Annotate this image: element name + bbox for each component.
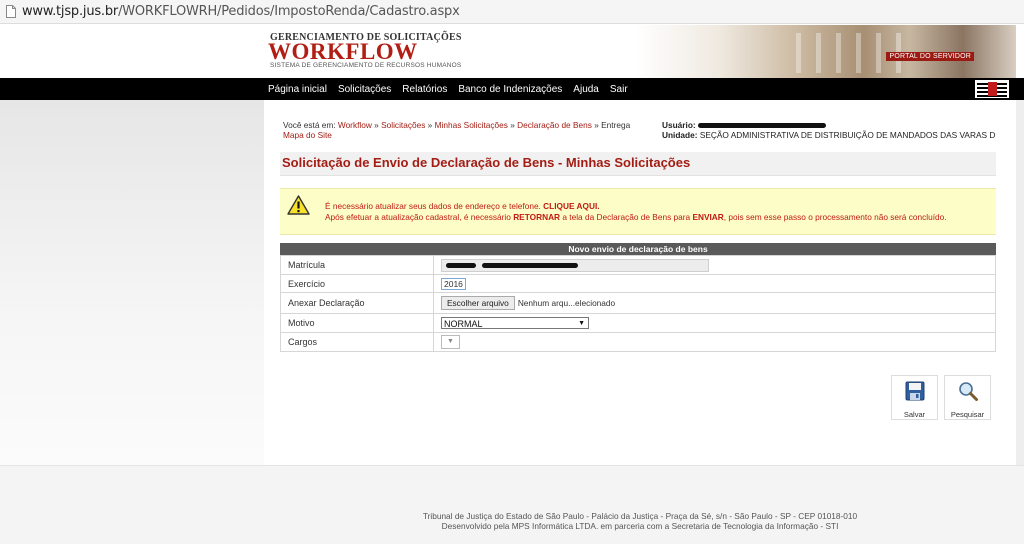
nav-item-relatorios[interactable]: Relatórios xyxy=(402,84,447,95)
breadcrumb-link-workflow[interactable]: Workflow xyxy=(338,120,372,130)
exercicio-label: Exercício xyxy=(280,274,434,293)
choose-file-button[interactable]: Escolher arquivo xyxy=(441,296,515,310)
matricula-label: Matrícula xyxy=(280,255,434,275)
url-text[interactable]: www.tjsp.jus.br/WORKFLOWRH/Pedidos/Impos… xyxy=(22,4,460,19)
save-button[interactable]: Salvar xyxy=(891,375,938,420)
nav-item-sair[interactable]: Sair xyxy=(610,84,628,95)
page-title: Solicitação de Envio de Declaração de Be… xyxy=(282,155,691,170)
url-host: www.tjsp.jus.br xyxy=(22,4,119,19)
form-row-exercicio: Exercício 2016 xyxy=(280,274,996,293)
url-path: /WORKFLOWRH/Pedidos/ImpostoRenda/Cadastr… xyxy=(118,4,460,19)
matricula-field xyxy=(441,259,709,272)
nav-item-banco-indenizacoes[interactable]: Banco de Indenizações xyxy=(458,84,562,95)
footer xyxy=(0,465,1024,544)
footer-text: Tribunal de Justiça do Estado de São Pau… xyxy=(330,511,950,531)
sp-flag-icon xyxy=(975,80,1009,98)
declaration-form: Matrícula Exercício 2016 Anexar Declaraç… xyxy=(280,255,996,352)
motivo-value: NORMAL xyxy=(444,319,483,329)
page-icon xyxy=(6,5,16,18)
motivo-label: Motivo xyxy=(280,313,434,333)
form-row-motivo: Motivo NORMAL ▼ xyxy=(280,313,996,333)
file-status: Nenhum arqu...elecionado xyxy=(517,298,616,308)
anexar-cell: Escolher arquivo Nenhum arqu...elecionado xyxy=(433,292,996,314)
breadcrumb-prefix: Você está em: xyxy=(283,120,338,130)
form-row-cargos: Cargos ▼ xyxy=(280,332,996,352)
alert-line1: É necessário atualizar seus dados de end… xyxy=(325,201,544,211)
left-background xyxy=(0,100,264,465)
form-row-matricula: Matrícula xyxy=(280,255,996,275)
form-header: Novo envio de declaração de bens xyxy=(280,243,996,255)
matricula-cell xyxy=(433,255,996,275)
browser-address-bar[interactable]: www.tjsp.jus.br/WORKFLOWRH/Pedidos/Impos… xyxy=(0,0,1024,24)
alert-box: É necessário atualizar seus dados de end… xyxy=(280,188,996,235)
exercicio-field[interactable]: 2016 xyxy=(441,277,466,290)
main-navbar: Página inicial Solicitações Relatórios B… xyxy=(0,78,1024,100)
unit-label: Unidade: xyxy=(662,130,698,140)
floppy-disk-icon xyxy=(905,381,925,401)
search-button[interactable]: Pesquisar xyxy=(944,375,991,420)
user-label: Usuário: xyxy=(662,120,696,130)
redacted-matricula xyxy=(446,263,476,268)
warning-icon xyxy=(287,195,310,215)
dropdown-arrow-icon: ▼ xyxy=(578,320,585,327)
breadcrumb-separator: » xyxy=(591,120,602,130)
breadcrumb-link-solicitacoes[interactable]: Solicitações xyxy=(381,120,425,130)
main-content: Você está em: Workflow » Solicitações » … xyxy=(264,100,1016,465)
alert-retornar: RETORNAR xyxy=(513,211,561,222)
motivo-cell: NORMAL ▼ xyxy=(433,313,996,333)
motivo-select[interactable]: NORMAL ▼ xyxy=(441,317,589,329)
magnifier-icon xyxy=(959,382,978,401)
header-banner: GERENCIAMENTO DE SOLICITAÇÕES WORKFLOW S… xyxy=(264,25,1016,78)
nav-item-pagina-inicial[interactable]: Página inicial xyxy=(268,84,327,95)
cargos-cell: ▼ xyxy=(433,332,996,352)
search-label: Pesquisar xyxy=(950,410,985,419)
nav-menu: Página inicial Solicitações Relatórios B… xyxy=(268,78,628,100)
unit-value: SEÇÃO ADMINISTRATIVA DE DISTRIBUIÇÃO DE … xyxy=(699,130,996,140)
clique-aqui-link[interactable]: CLIQUE AQUI. xyxy=(543,201,599,211)
right-background xyxy=(1016,100,1024,465)
anexar-label: Anexar Declaração xyxy=(280,292,434,314)
user-info: Usuário: Unidade: SEÇÃO ADMINISTRATIVA D… xyxy=(662,120,996,140)
breadcrumb-link-declaracao-bens[interactable]: Declaração de Bens xyxy=(517,120,592,130)
breadcrumb-current: Entrega xyxy=(601,120,631,130)
breadcrumb: Você está em: Workflow » Solicitações » … xyxy=(283,120,663,140)
page-title-bar: Solicitação de Envio de Declaração de Be… xyxy=(280,152,996,176)
redacted-username xyxy=(697,123,826,129)
cargos-label: Cargos xyxy=(280,332,434,352)
footer-line-2: Desenvolvido pela MPS Informática LTDA. … xyxy=(441,521,839,531)
dropdown-arrow-icon: ▼ xyxy=(447,338,454,345)
exercicio-cell: 2016 xyxy=(433,274,996,293)
sitemap-link[interactable]: Mapa do Site xyxy=(283,130,332,140)
alert-line2-mid: a tela da Declaração de Bens para xyxy=(560,211,693,222)
cargos-select[interactable]: ▼ xyxy=(441,335,460,349)
breadcrumb-separator: » xyxy=(371,120,382,130)
alert-line2-end: , pois sem esse passo o processamento nã… xyxy=(723,211,947,222)
brand-subtitle: SISTEMA DE GERENCIAMENTO DE RECURSOS HUM… xyxy=(270,62,462,69)
alert-enviar: ENVIAR xyxy=(692,211,724,222)
portal-servidor-link[interactable]: PORTAL DO SERVIDOR xyxy=(886,52,974,61)
nav-item-ajuda[interactable]: Ajuda xyxy=(573,84,599,95)
save-label: Salvar xyxy=(903,410,926,419)
breadcrumb-separator: » xyxy=(425,120,435,130)
breadcrumb-link-minhas-solicitacoes[interactable]: Minhas Solicitações xyxy=(435,120,508,130)
breadcrumb-separator: » xyxy=(507,120,518,130)
redacted-name xyxy=(482,263,578,268)
footer-line-1: Tribunal de Justiça do Estado de São Pau… xyxy=(422,511,858,521)
form-row-anexar: Anexar Declaração Escolher arquivo Nenhum… xyxy=(280,292,996,314)
alert-line2: Após efetuar a atualização cadastral, é … xyxy=(325,211,514,222)
alert-text: É necessário atualizar seus dados de end… xyxy=(325,201,995,222)
nav-item-solicitacoes[interactable]: Solicitações xyxy=(338,84,391,95)
